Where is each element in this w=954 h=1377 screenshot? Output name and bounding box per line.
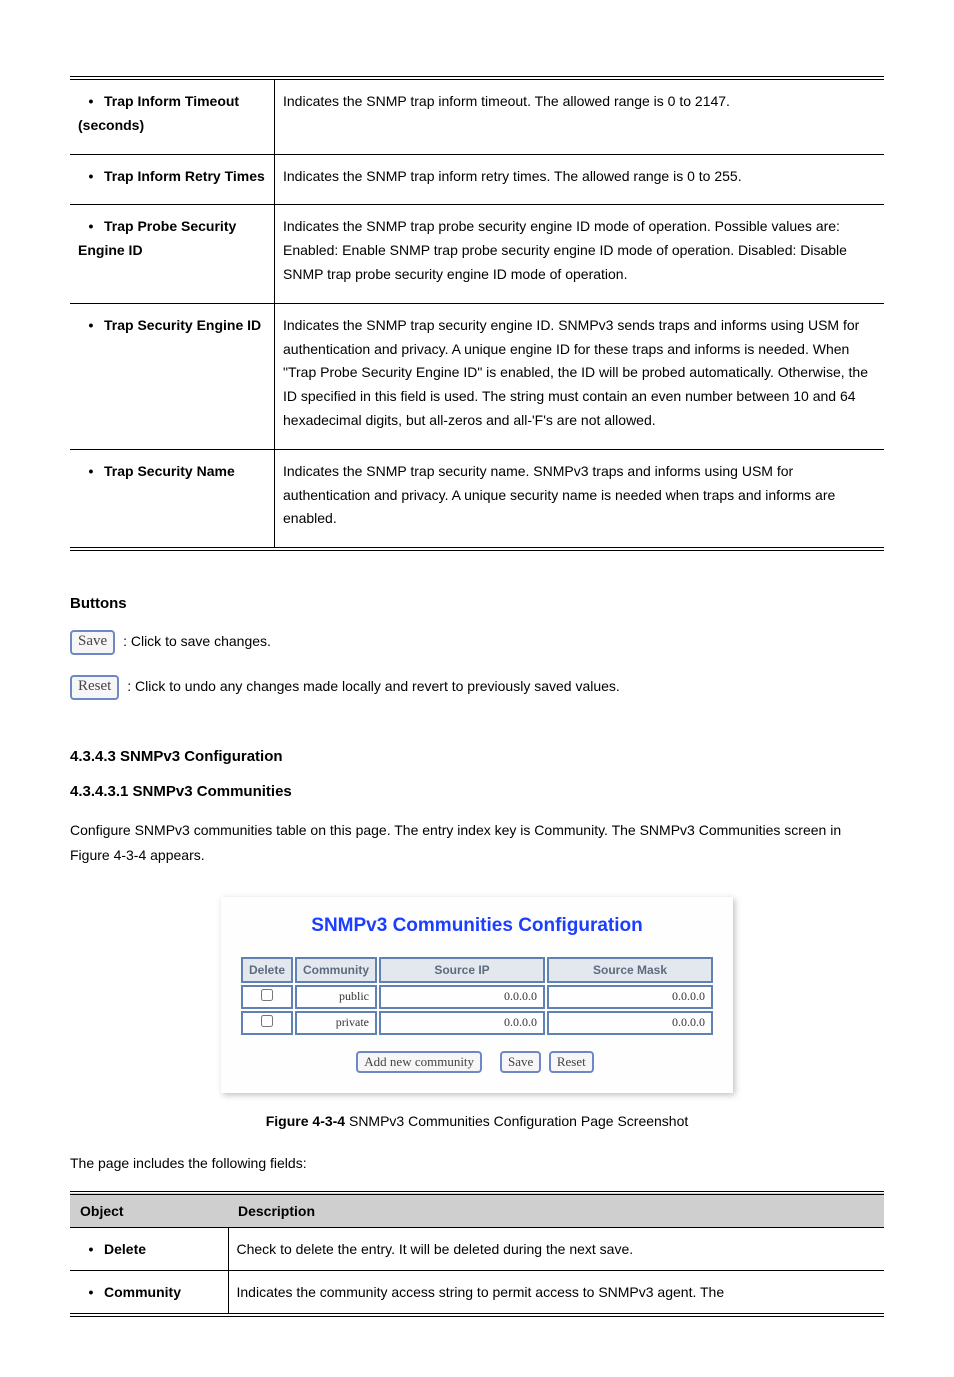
add-new-community-button[interactable]: Add new community <box>356 1051 482 1073</box>
snmpv3-communities-table: Delete Community Source IP Source Mask p… <box>239 955 715 1037</box>
figure-caption: Figure 4-3-4 SNMPv3 Communities Configur… <box>70 1113 884 1129</box>
param-trap-probe-engine: •Trap Probe Security Engine ID <box>70 205 275 303</box>
col-source-mask: Source Mask <box>547 957 713 983</box>
row-public-delete <box>241 985 293 1009</box>
desc-trap-inform-retry: Indicates the SNMP trap inform retry tim… <box>275 154 885 205</box>
param-trap-inform-retry: •Trap Inform Retry Times <box>70 154 275 205</box>
col-community: Community <box>295 957 377 983</box>
param-community: •Community <box>70 1270 228 1315</box>
row-public-source-mask[interactable]: 0.0.0.0 <box>547 985 713 1009</box>
delete-public-checkbox[interactable] <box>261 989 273 1001</box>
snmpv3-communities-figure: SNMPv3 Communities Configuration Delete … <box>221 897 733 1093</box>
reset-button[interactable]: Reset <box>70 675 119 700</box>
desc-trap-security-name: Indicates the SNMP trap security name. S… <box>275 449 885 549</box>
col-object: Object <box>70 1193 228 1228</box>
param-trap-security-engine: •Trap Security Engine ID <box>70 303 275 449</box>
desc-trap-security-engine: Indicates the SNMP trap security engine … <box>275 303 885 449</box>
row-private-community: private <box>295 1011 377 1035</box>
reset-button-row: Reset : Click to undo any changes made l… <box>70 675 884 700</box>
buttons-heading: Buttons <box>70 595 884 612</box>
desc-trap-inform-timeout: Indicates the SNMP trap inform timeout. … <box>275 78 885 154</box>
col-source-ip: Source IP <box>379 957 545 983</box>
param-delete: •Delete <box>70 1227 228 1270</box>
figure-title: SNMPv3 Communities Configuration <box>221 915 733 937</box>
reset-button-desc: : Click to undo any changes made locally… <box>127 678 620 694</box>
section-heading: 4.3.4.3 SNMPv3 Configuration <box>70 748 884 765</box>
param-trap-inform-timeout: •Trap Inform Timeout (seconds) <box>70 78 275 154</box>
param-trap-security-name: •Trap Security Name <box>70 449 275 549</box>
desc-delete: Check to delete the entry. It will be de… <box>228 1227 884 1270</box>
row-private-source-ip[interactable]: 0.0.0.0 <box>379 1011 545 1035</box>
desc-trap-probe-engine: Indicates the SNMP trap probe security e… <box>275 205 885 303</box>
trap-params-table: •Trap Inform Timeout (seconds) Indicates… <box>70 76 884 551</box>
section-intro: Configure SNMPv3 communities table on th… <box>70 818 884 868</box>
save-button-row: Save : Click to save changes. <box>70 630 884 655</box>
fields-intro: The page includes the following fields: <box>70 1155 884 1171</box>
save-button[interactable]: Save <box>70 630 115 655</box>
delete-private-checkbox[interactable] <box>261 1015 273 1027</box>
row-public-community: public <box>295 985 377 1009</box>
row-private-delete <box>241 1011 293 1035</box>
row-public-source-ip[interactable]: 0.0.0.0 <box>379 985 545 1009</box>
figure-save-button[interactable]: Save <box>500 1051 541 1073</box>
col-description: Description <box>228 1193 884 1228</box>
desc-community: Indicates the community access string to… <box>228 1270 884 1315</box>
save-button-desc: : Click to save changes. <box>123 633 271 649</box>
row-private-source-mask[interactable]: 0.0.0.0 <box>547 1011 713 1035</box>
section-subheading: 4.3.4.3.1 SNMPv3 Communities <box>70 783 884 800</box>
figure-reset-button[interactable]: Reset <box>549 1051 594 1073</box>
col-delete: Delete <box>241 957 293 983</box>
buttons-section: Buttons Save : Click to save changes. Re… <box>70 595 884 700</box>
fields-table: Object Description •Delete Check to dele… <box>70 1191 884 1318</box>
